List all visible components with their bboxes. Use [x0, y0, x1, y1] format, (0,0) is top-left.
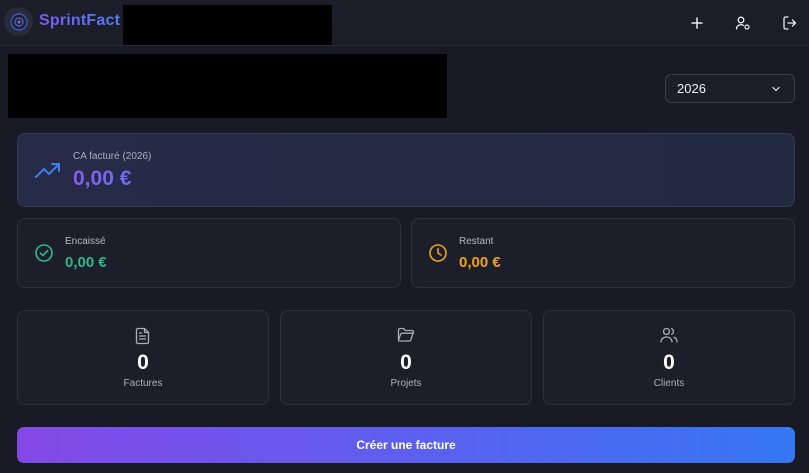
cashed-value: 0,00 €	[65, 254, 107, 271]
clients-label: Clients	[653, 378, 685, 389]
clients-count: 0	[663, 351, 675, 374]
projects-count: 0	[400, 351, 412, 374]
create-invoice-button[interactable]: Créer une facture	[17, 427, 795, 463]
invoices-stat-card[interactable]: 0 Factures	[17, 310, 269, 405]
trending-up-icon	[35, 163, 60, 178]
clients-stat-card[interactable]: 0 Clients	[543, 310, 795, 405]
logo-icon	[9, 12, 28, 31]
user-settings-icon	[735, 16, 750, 30]
logout-button[interactable]	[777, 10, 803, 36]
year-select[interactable]: 2026	[665, 74, 795, 103]
add-button[interactable]	[684, 10, 710, 36]
revenue-value: 0,00 €	[73, 167, 132, 190]
folder-icon	[397, 327, 415, 342]
invoices-label: Factures	[123, 378, 163, 389]
users-icon	[660, 327, 678, 343]
chevron-down-icon	[772, 86, 780, 92]
remaining-card: Restant 0,00 €	[411, 218, 795, 288]
revenue-card: CA facturé (2026) 0,00 €	[17, 133, 795, 207]
top-bar: SprintFact	[0, 0, 809, 46]
projects-label: Projets	[390, 378, 422, 389]
plus-icon	[691, 17, 703, 29]
remaining-label: Restant	[459, 236, 494, 247]
invoices-count: 0	[137, 351, 149, 374]
app-logo[interactable]	[4, 7, 33, 36]
redacted-area	[123, 5, 332, 45]
projects-stat-card[interactable]: 0 Projets	[280, 310, 532, 405]
logout-icon	[783, 16, 797, 30]
file-text-icon	[135, 327, 150, 345]
brand-name: SprintFact	[39, 12, 121, 29]
cashed-card: Encaissé 0,00 €	[17, 218, 401, 288]
year-select-value: 2026	[677, 81, 706, 96]
remaining-value: 0,00 €	[459, 254, 501, 271]
user-settings-button[interactable]	[730, 10, 756, 36]
clock-icon	[429, 244, 447, 262]
cashed-label: Encaissé	[65, 236, 106, 247]
redacted-page-heading	[8, 54, 447, 118]
check-circle-icon	[35, 244, 53, 262]
revenue-label: CA facturé (2026)	[73, 151, 152, 162]
